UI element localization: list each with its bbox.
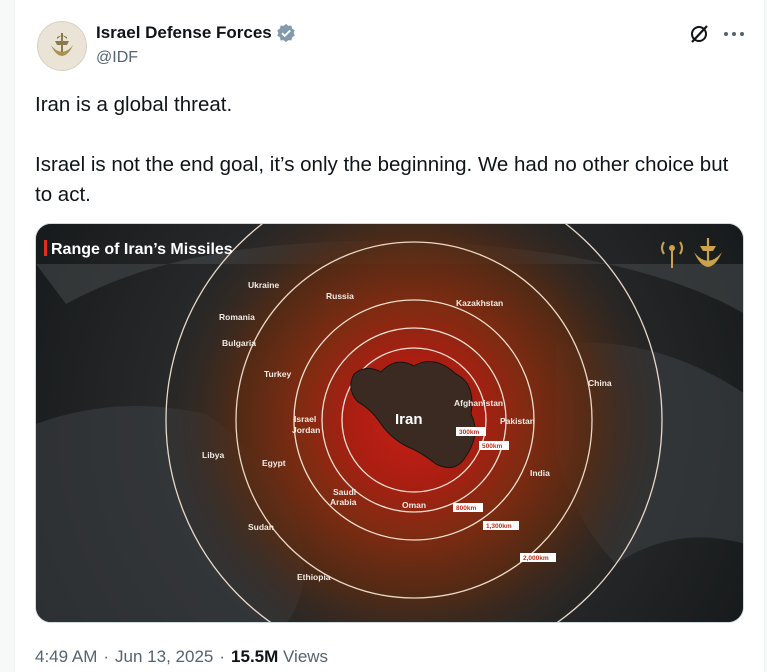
tweet-meta: 4:49 AM · Jun 13, 2025 · 15.5M Views (35, 647, 328, 667)
meta-separator: · (103, 647, 110, 666)
label-sudan: Sudan (248, 522, 274, 532)
more-icon (724, 32, 744, 36)
label-saudi: Saudi (333, 487, 356, 497)
meta-separator: · (219, 647, 226, 666)
tweet-card: Israel Defense Forces @IDF Iran is a glo… (14, 0, 765, 672)
label-kazakhstan: Kazakhstan (456, 298, 503, 308)
range-1300: 1,300km (486, 523, 512, 530)
tweet-time[interactable]: 4:49 AM (35, 647, 97, 667)
label-israel: Israel (294, 414, 316, 424)
range-300: 300km (459, 429, 479, 436)
author-handle[interactable]: @IDF (96, 49, 138, 67)
views-label: Views (283, 647, 329, 666)
tweet-line-2: Israel is not the end goal, it’s only th… (35, 153, 729, 206)
label-ukraine: Ukraine (248, 280, 279, 290)
label-arabia: Arabia (330, 497, 357, 507)
label-romania: Romania (219, 312, 255, 322)
missile-range-map: Range of Iran’s Missiles Ukraine Russia … (36, 224, 743, 622)
label-ethiopia: Ethiopia (297, 572, 331, 582)
more-button[interactable] (721, 22, 747, 46)
tweet-date[interactable]: Jun 13, 2025 (115, 647, 213, 667)
label-russia: Russia (326, 291, 354, 301)
label-china: China (588, 378, 612, 388)
label-turkey: Turkey (264, 369, 292, 379)
label-afghanistan: Afghanistan (454, 398, 503, 408)
label-bulgaria: Bulgaria (222, 338, 256, 348)
grok-button[interactable] (687, 22, 711, 46)
tweet-media[interactable]: Range of Iran’s Missiles Ukraine Russia … (35, 223, 744, 623)
map-title: Range of Iran’s Missiles (51, 241, 233, 258)
tweet-text: Iran is a global threat. Israel is not t… (35, 90, 750, 210)
label-india: India (530, 468, 550, 478)
label-jordan: Jordan (292, 425, 320, 435)
label-egypt: Egypt (262, 458, 286, 468)
label-libya: Libya (202, 450, 224, 460)
range-2000: 2,000km (523, 555, 549, 562)
label-pakistan: Pakistan (500, 416, 535, 426)
tweet-line-1: Iran is a global threat. (35, 93, 233, 116)
label-iran: Iran (395, 411, 423, 428)
avatar[interactable] (37, 21, 87, 71)
views-count: 15.5M (231, 647, 279, 666)
grok-icon (691, 25, 708, 43)
author-name-row[interactable]: Israel Defense Forces (96, 23, 296, 43)
author-name[interactable]: Israel Defense Forces (96, 23, 272, 43)
range-800: 800km (456, 505, 476, 512)
idf-emblem-icon (51, 33, 73, 56)
range-500: 500km (482, 443, 502, 450)
verified-badge-icon (277, 23, 295, 43)
label-oman: Oman (402, 500, 426, 510)
